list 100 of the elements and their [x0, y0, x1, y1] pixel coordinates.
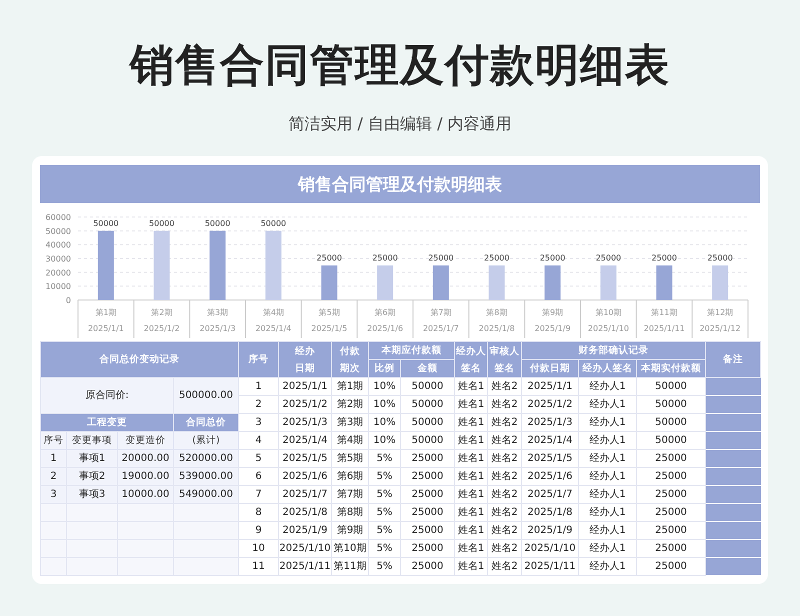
table-cell: 姓名1: [454, 504, 488, 522]
table-cell: 2025/1/11: [278, 558, 332, 576]
table-cell: 2025/1/6: [522, 468, 578, 486]
table-cell: 2025/1/4: [522, 432, 578, 450]
table-cell: 经办人1: [578, 468, 636, 486]
table-cell: 25000: [636, 558, 706, 576]
category-date: 2025/1/12: [700, 324, 741, 333]
table-cell: 2025/1/7: [522, 486, 578, 504]
table-cell: 第11期: [332, 558, 368, 576]
category-label: 第4期: [262, 308, 284, 317]
category-label: 第2期: [151, 308, 172, 317]
column-header: 变更造价: [118, 432, 174, 450]
table-cell: 姓名2: [488, 414, 522, 432]
table-cell: 经办人1: [578, 450, 636, 468]
table-cell: 549000.00: [174, 486, 238, 504]
table-cell: [706, 486, 761, 504]
table-cell: 9: [238, 522, 278, 540]
table-cell: 500000.00: [174, 378, 238, 414]
table-cell: 姓名2: [488, 396, 522, 414]
column-header: 经办人签名: [454, 342, 488, 378]
column-header: 付款日期: [522, 360, 578, 378]
column-header: 本期应付款额: [368, 342, 454, 360]
table-cell: 2025/1/9: [522, 522, 578, 540]
column-header: 财务部确认记录: [522, 342, 706, 360]
table-cell: 10%: [368, 414, 400, 432]
table-cell: 50000: [400, 378, 454, 396]
column-header: (累计): [174, 432, 238, 450]
data-label: 50000: [93, 218, 119, 228]
column-header: 本期实付款额: [636, 360, 706, 378]
table-cell: 2025/1/5: [522, 450, 578, 468]
table-cell: 经办人1: [578, 414, 636, 432]
category-date: 2025/1/3: [200, 324, 236, 333]
category-date: 2025/1/6: [367, 324, 404, 333]
data-label: 25000: [596, 253, 622, 262]
table-cell: 事项1: [66, 450, 118, 468]
category-date: 2025/1/5: [311, 324, 348, 333]
category-label: 第10期: [595, 308, 622, 317]
table-cell: [706, 504, 761, 522]
table-cell: 50000: [636, 396, 706, 414]
page-subtitle: 简洁实用 / 自由编辑 / 内容通用: [288, 114, 512, 134]
table-cell: 5%: [368, 558, 400, 576]
table-cell: 第7期: [332, 486, 368, 504]
table-cell: 姓名1: [454, 414, 488, 432]
table-cell: 第6期: [332, 468, 368, 486]
table-cell: 事项3: [66, 486, 118, 504]
table-cell: 2025/1/10: [278, 540, 332, 558]
table-cell: 姓名2: [488, 486, 522, 504]
table-cell: [706, 540, 761, 558]
column-header: 备注: [706, 342, 761, 378]
data-label: 25000: [372, 253, 398, 262]
table-cell: 25000: [400, 540, 454, 558]
bar: [265, 230, 282, 300]
table-cell: 经办人1: [578, 486, 636, 504]
data-label: 25000: [428, 253, 454, 262]
table-cell: [706, 468, 761, 486]
table-cell: 经办人1: [578, 504, 636, 522]
table-cell: 姓名2: [488, 468, 522, 486]
table-cell: [706, 414, 761, 432]
table-cell: [706, 450, 761, 468]
category-label: 第1期: [95, 308, 116, 317]
table-cell: [706, 378, 761, 396]
table-cell: 50000: [636, 414, 706, 432]
bar: [377, 265, 394, 300]
category-label: 第3期: [207, 308, 228, 317]
table-cell: 事项2: [66, 468, 118, 486]
column-header: 审核人签名: [488, 342, 522, 378]
table-cell: 姓名1: [454, 450, 488, 468]
bar: [712, 265, 728, 300]
category-date: 2025/1/11: [644, 324, 685, 333]
axis-tick-label: 20000: [46, 268, 71, 278]
table-cell: 25000: [400, 522, 454, 540]
data-label: 50000: [260, 218, 286, 228]
table-cell: 2025/1/3: [278, 414, 332, 432]
table-cell: 2025/1/8: [522, 504, 578, 522]
category-date: 2025/1/10: [588, 324, 629, 333]
axis-tick-label: 40000: [46, 240, 71, 250]
table-cell: 25000: [636, 450, 706, 468]
table-cell: 姓名2: [488, 378, 522, 396]
table-cell: 539000.00: [174, 468, 238, 486]
table-cell: 50000: [636, 378, 706, 396]
category-date: 2025/1/2: [144, 324, 180, 333]
table-cell: 第4期: [332, 432, 368, 450]
table-cell: 10%: [368, 432, 400, 450]
table-cell: 原合同价:: [40, 378, 174, 414]
column-header: 序号: [238, 342, 278, 378]
table-cell: 2025/1/2: [522, 396, 578, 414]
table-cell: 2025/1/2: [278, 396, 332, 414]
category-label: 第8期: [486, 308, 508, 317]
table-cell: 姓名1: [454, 468, 488, 486]
column-header: 经办人签名: [578, 360, 636, 378]
table-cell: 姓名2: [488, 540, 522, 558]
category-label: 第11期: [651, 308, 678, 317]
table-cell: 25000: [636, 504, 706, 522]
table-cell: 10%: [368, 378, 400, 396]
table-cell: 50000: [400, 414, 454, 432]
column-header: 付款期次: [332, 342, 368, 378]
data-label: 25000: [707, 253, 733, 262]
table-cell: 经办人1: [578, 540, 636, 558]
table-cell: 姓名1: [454, 396, 488, 414]
table-cell: 2025/1/8: [278, 504, 332, 522]
